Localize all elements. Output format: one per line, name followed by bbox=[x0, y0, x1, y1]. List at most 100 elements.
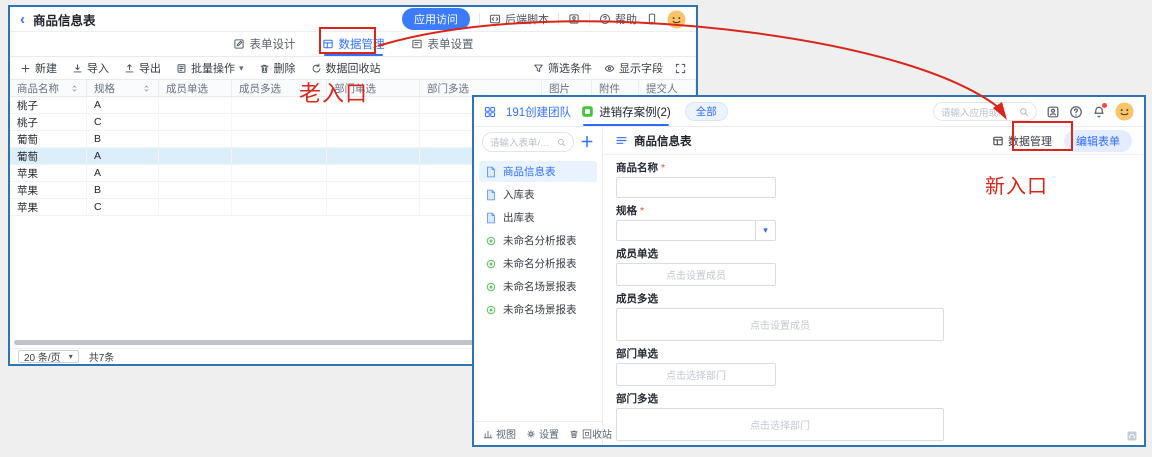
recycle-icon bbox=[311, 63, 322, 74]
edit-form-button[interactable]: 编辑表单 bbox=[1064, 130, 1132, 152]
total-count: 共7条 bbox=[89, 349, 115, 364]
page-size-select[interactable]: 20 条/页 bbox=[18, 350, 79, 363]
data-management-button[interactable]: 数据管理 bbox=[992, 133, 1052, 149]
table-cell: 葡萄 bbox=[10, 131, 87, 147]
member-multi-picker[interactable]: 点击设置成员 bbox=[616, 308, 944, 341]
sidebar-item[interactable]: 入库表 bbox=[479, 184, 597, 205]
tab-data-management[interactable]: 数据管理 bbox=[322, 32, 385, 56]
data-toolbar: 新建 导入导出 批量操作 删除数据回收站 筛选条件显示字段 bbox=[10, 57, 696, 80]
table-cell bbox=[327, 182, 420, 198]
column-header[interactable]: 附件 bbox=[592, 80, 639, 96]
column-header[interactable]: 部门单选 bbox=[327, 80, 420, 96]
filter-button[interactable]: 筛选条件 bbox=[533, 60, 592, 76]
form-field: 规格* bbox=[616, 203, 1144, 241]
views-button[interactable]: 视图 bbox=[483, 426, 516, 441]
import-button[interactable]: 导入 bbox=[72, 60, 109, 76]
team-name[interactable]: 191创建团队 bbox=[506, 104, 571, 120]
table-cell bbox=[232, 165, 327, 181]
search-placeholder: 请输入应用或表单名称 bbox=[941, 105, 1015, 119]
sort-icon bbox=[142, 84, 151, 93]
column-label: 提交人 bbox=[646, 81, 678, 96]
table-cell: 苹果 bbox=[10, 199, 87, 215]
chevron-down-icon[interactable] bbox=[755, 221, 775, 240]
contacts-button[interactable] bbox=[568, 13, 580, 25]
form-field: 成员多选点击设置成员 bbox=[616, 291, 1144, 341]
tab-form-settings[interactable]: 表单设置 bbox=[411, 32, 474, 56]
spec-select[interactable] bbox=[616, 220, 776, 241]
sidebar-item[interactable]: 未命名分析报表 bbox=[479, 230, 597, 251]
form-doc-icon bbox=[485, 212, 497, 224]
table-cell bbox=[232, 148, 327, 164]
contacts-icon[interactable] bbox=[1046, 105, 1060, 119]
sidebar-item-label: 未命名场景报表 bbox=[503, 279, 577, 294]
recycle-bin-button[interactable]: 数据回收站 bbox=[311, 60, 381, 76]
form-header: 商品信息表 数据管理 编辑表单 bbox=[603, 127, 1144, 155]
avatar[interactable] bbox=[1115, 102, 1134, 121]
form-main-area: 商品信息表 数据管理 编辑表单 商品名称*规格*成员单选点击设置成员成员多选点击… bbox=[603, 127, 1144, 445]
export-button[interactable]: 导出 bbox=[124, 60, 161, 76]
settings-button[interactable]: 设置 bbox=[526, 426, 559, 441]
column-label: 附件 bbox=[599, 81, 620, 96]
sidebar-item[interactable]: 未命名分析报表 bbox=[479, 253, 597, 274]
service-icon[interactable] bbox=[1126, 429, 1138, 441]
app-access-button[interactable]: 应用访问 bbox=[402, 8, 470, 30]
dept-multi-picker[interactable]: 点击选择部门 bbox=[616, 408, 944, 441]
person-box-icon bbox=[568, 13, 580, 25]
column-header[interactable]: 成员单选 bbox=[159, 80, 232, 96]
add-form-button[interactable]: ＋ bbox=[580, 135, 594, 149]
notifications-button[interactable] bbox=[1092, 105, 1106, 119]
sidebar-item[interactable]: 商品信息表 bbox=[479, 161, 597, 182]
form-search-input[interactable]: 请输入表单/报表名称 bbox=[482, 132, 574, 152]
eye-icon bbox=[604, 63, 615, 74]
help-icon[interactable] bbox=[1069, 105, 1083, 119]
app-tab[interactable]: 进销存案例(2) bbox=[581, 97, 671, 126]
form-list-icon[interactable] bbox=[615, 134, 628, 147]
required-asterisk: * bbox=[640, 205, 644, 217]
table-cell bbox=[232, 199, 327, 215]
help-button[interactable]: 帮助 bbox=[599, 11, 637, 27]
forms-sidebar: 请输入表单/报表名称 ＋ 商品信息表入库表出库表未命名分析报表未命名分析报表未命… bbox=[474, 127, 603, 445]
global-search-input[interactable]: 请输入应用或表单名称 bbox=[933, 102, 1037, 121]
column-header[interactable]: 图片 bbox=[542, 80, 592, 96]
old-window-header: ‹ 商品信息表 应用访问 后端脚本 帮助 bbox=[10, 7, 696, 32]
member-single-picker[interactable]: 点击设置成员 bbox=[616, 263, 776, 286]
chart-icon bbox=[483, 429, 493, 439]
column-header[interactable]: 商品名称 bbox=[10, 80, 87, 96]
tab-form-design[interactable]: 表单设计 bbox=[233, 32, 296, 56]
tab-label: 表单设置 bbox=[428, 36, 474, 52]
new-button[interactable]: 新建 bbox=[20, 60, 57, 76]
fullscreen-button[interactable] bbox=[675, 63, 686, 74]
table-cell bbox=[327, 148, 420, 164]
batch-actions-button[interactable]: 批量操作 bbox=[176, 60, 244, 76]
table-cell: 苹果 bbox=[10, 182, 87, 198]
display-fields-button[interactable]: 显示字段 bbox=[604, 60, 663, 76]
product-name-input[interactable] bbox=[616, 177, 776, 198]
all-filter-pill[interactable]: 全部 bbox=[685, 102, 728, 121]
delete-button[interactable]: 删除 bbox=[259, 60, 296, 76]
apps-grid-icon[interactable] bbox=[484, 106, 496, 118]
sidebar-item[interactable]: 未命名场景报表 bbox=[479, 276, 597, 297]
column-header[interactable]: 成员多选 bbox=[232, 80, 327, 96]
sidebar-item[interactable]: 出库表 bbox=[479, 207, 597, 228]
table-cell bbox=[159, 199, 232, 215]
toolbar-label: 导入 bbox=[87, 60, 109, 76]
design-icon bbox=[233, 38, 245, 50]
avatar[interactable] bbox=[667, 10, 686, 29]
column-header[interactable]: 提交人 bbox=[639, 80, 696, 96]
column-header[interactable]: 部门多选 bbox=[420, 80, 542, 96]
table-cell bbox=[159, 148, 232, 164]
phone-icon bbox=[646, 13, 658, 25]
backend-script-button[interactable]: 后端脚本 bbox=[489, 11, 549, 27]
column-label: 图片 bbox=[549, 81, 570, 96]
mobile-preview-button[interactable] bbox=[646, 13, 658, 25]
field-label: 规格* bbox=[616, 203, 1144, 218]
toolbar-label: 批量操作 bbox=[191, 60, 235, 76]
sidebar-item-label: 出库表 bbox=[503, 210, 535, 225]
back-icon[interactable]: ‹ bbox=[20, 12, 25, 27]
column-label: 部门单选 bbox=[334, 81, 376, 96]
sidebar-footer: 视图设置回收站 bbox=[474, 421, 602, 445]
sidebar-item[interactable]: 未命名场景报表 bbox=[479, 299, 597, 320]
column-header[interactable]: 规格 bbox=[87, 80, 159, 96]
workspace-top-bar: 191创建团队 进销存案例(2) 全部 请输入应用或表单名称 bbox=[474, 97, 1144, 127]
dept-single-picker[interactable]: 点击选择部门 bbox=[616, 363, 776, 386]
